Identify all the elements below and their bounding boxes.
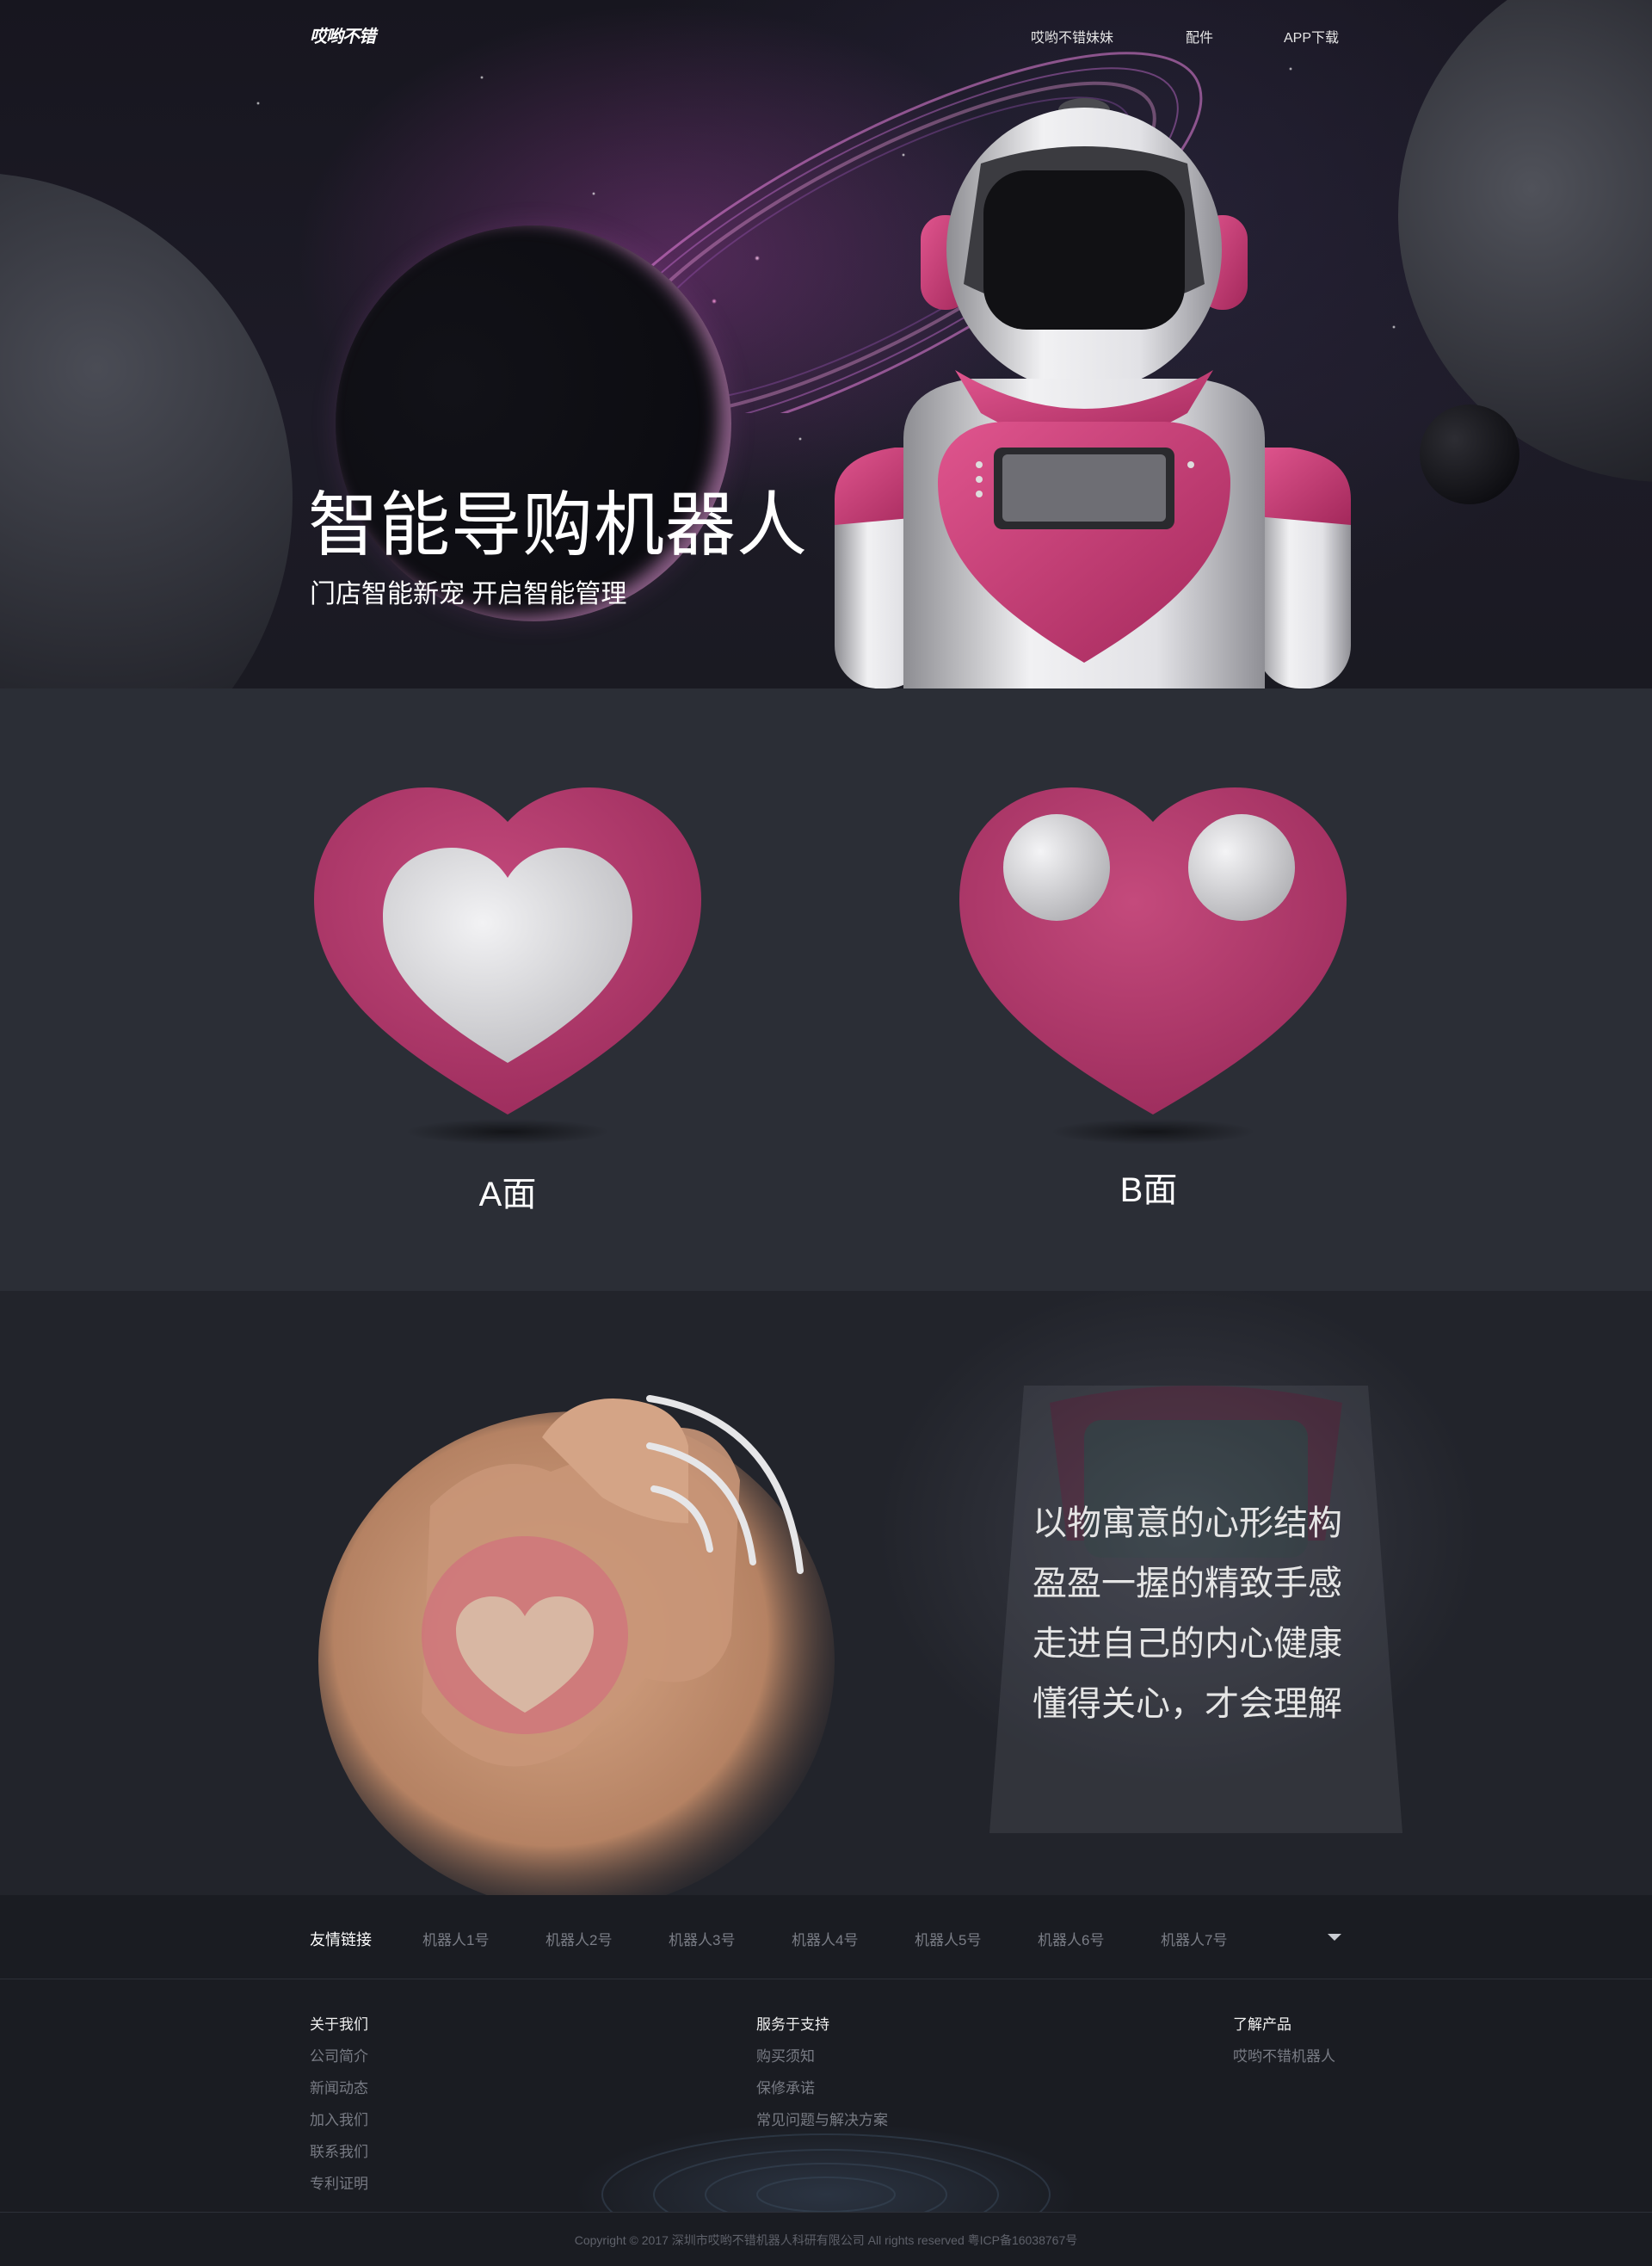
- logo[interactable]: 哎哟不错: [310, 22, 376, 47]
- hero-title: 智能导购机器人: [308, 486, 809, 565]
- friend-link-3[interactable]: 机器人3号: [669, 1928, 735, 1949]
- footer-link-purchase-notes[interactable]: 购买须知: [756, 2044, 888, 2076]
- footer-col-title: 服务于支持: [756, 2016, 829, 2033]
- friend-link-1[interactable]: 机器人1号: [422, 1928, 489, 1949]
- footer-link-join-us[interactable]: 加入我们: [310, 2108, 368, 2139]
- friend-link-5[interactable]: 机器人5号: [915, 1928, 981, 1949]
- heart-b-shadow: [1050, 1119, 1256, 1145]
- friend-link-6[interactable]: 机器人6号: [1038, 1928, 1104, 1949]
- top-nav: 哎哟不错 哎哟不错妹妹 配件 APP下载: [0, 0, 1652, 69]
- footer-link-contact[interactable]: 联系我们: [310, 2139, 368, 2171]
- copyright-text: Copyright © 2017 深圳市哎哟不错机器人科研有限公司 All ri…: [574, 2233, 1078, 2247]
- friend-links-bar: 友情链接 机器人1号 机器人2号 机器人3号 机器人4号 机器人5号 机器人6号…: [0, 1895, 1652, 1979]
- robot-illustration: [835, 98, 1351, 688]
- footer-link-news[interactable]: 新闻动态: [310, 2076, 368, 2108]
- heart-b-image: [959, 787, 1347, 1114]
- hero-subtitle: 门店智能新宠 开启智能管理: [310, 580, 627, 608]
- nav-link-accessories[interactable]: 配件: [1186, 26, 1213, 46]
- feature-copy: 以物寓意的心形结构 盈盈一握的精致手感 走进自己的内心健康 懂得关心，才会理解: [1032, 1493, 1342, 1734]
- footer: 关于我们 公司简介 新闻动态 加入我们 联系我们 专利证明 服务于支持 购买须知…: [0, 1979, 1652, 2212]
- footer-col-products: 了解产品 哎哟不错机器人: [1233, 2012, 1335, 2076]
- heart-sides-section: A面 B面: [0, 688, 1652, 1291]
- friend-link-2[interactable]: 机器人2号: [546, 1928, 612, 1949]
- footer-col-about: 关于我们 公司简介 新闻动态 加入我们 联系我们 专利证明: [310, 2012, 368, 2203]
- friend-link-4[interactable]: 机器人4号: [792, 1928, 858, 1949]
- feature-section: 以物寓意的心形结构 盈盈一握的精致手感 走进自己的内心健康 懂得关心，才会理解: [0, 1291, 1652, 1895]
- footer-col-title: 了解产品: [1233, 2016, 1291, 2033]
- nav-link-app-download[interactable]: APP下载: [1284, 26, 1339, 46]
- logo-text: 哎哟不错: [310, 28, 376, 46]
- hero-banner: 哎哟不错 哎哟不错妹妹 配件 APP下载 智能导购机器人 门店智能新宠 开启智能…: [0, 0, 1652, 688]
- footer-col-title: 关于我们: [310, 2016, 368, 2033]
- footer-link-company-intro[interactable]: 公司简介: [310, 2044, 368, 2076]
- footer-link-warranty[interactable]: 保修承诺: [756, 2076, 888, 2108]
- feature-line-3: 走进自己的内心健康: [1032, 1625, 1342, 1663]
- heart-b-label: B面: [1119, 1171, 1178, 1209]
- clasped-hands-image: [318, 1395, 835, 1895]
- friend-links-title: 友情链接: [310, 1931, 372, 1948]
- caret-down-icon[interactable]: [1328, 1934, 1341, 1941]
- heart-a-label: A面: [478, 1176, 537, 1213]
- footer-col-service: 服务于支持 购买须知 保修承诺 常见问题与解决方案: [756, 2012, 888, 2139]
- friend-link-7[interactable]: 机器人7号: [1161, 1928, 1227, 1949]
- heart-a-image: [314, 787, 701, 1114]
- footer-link-faq[interactable]: 常见问题与解决方案: [756, 2108, 888, 2139]
- feature-line-4: 懂得关心，才会理解: [1032, 1685, 1342, 1723]
- heart-a-shadow: [404, 1119, 611, 1145]
- footer-link-robot[interactable]: 哎哟不错机器人: [1233, 2044, 1335, 2076]
- feature-line-2: 盈盈一握的精致手感: [1032, 1565, 1342, 1602]
- footer-link-patents[interactable]: 专利证明: [310, 2171, 368, 2203]
- copyright-bar: Copyright © 2017 深圳市哎哟不错机器人科研有限公司 All ri…: [0, 2212, 1652, 2266]
- moon: [1420, 404, 1519, 504]
- nav-link-sister[interactable]: 哎哟不错妹妹: [1031, 26, 1113, 46]
- feature-line-1: 以物寓意的心形结构: [1032, 1504, 1342, 1542]
